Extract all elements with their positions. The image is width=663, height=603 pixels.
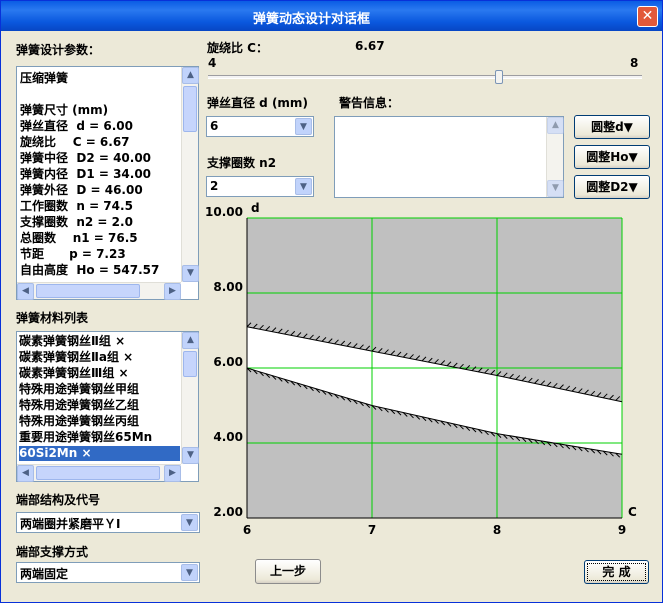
y-tick-label: 2.00: [213, 505, 243, 519]
finish-button[interactable]: 完 成: [584, 560, 649, 584]
round-ho-button[interactable]: 圆整Ho▼: [574, 145, 650, 169]
y-tick-label: 6.00: [213, 355, 243, 369]
support-coils-select[interactable]: 2 ▼: [206, 176, 314, 197]
ratio-value: 6.67: [355, 39, 385, 53]
window-title: 弹簧动态设计对话框: [252, 12, 370, 27]
materials-hscroll[interactable]: ◀ ▶: [17, 464, 181, 482]
material-item[interactable]: 特殊用途弹簧钢丝丙组: [19, 414, 139, 429]
round-d2-button[interactable]: 圆整D2▼: [574, 175, 650, 199]
scroll-up-icon[interactable]: ▲: [182, 67, 199, 84]
chart-svg: 6 7 8 9 2.00 4.00 6.00 8.00 10.00 Cd: [205, 201, 637, 537]
wire-diameter-label: 弹丝直径 d (mm): [207, 96, 308, 110]
chevron-down-icon[interactable]: ▼: [181, 564, 198, 581]
ratio-min: 4: [208, 56, 217, 70]
x-tick-label: 8: [493, 523, 501, 537]
param-line: 压缩弹簧: [20, 71, 69, 85]
scroll-left-icon[interactable]: ◀: [17, 465, 34, 482]
material-item[interactable]: 碳素弹簧钢丝Ⅱ组 ×: [19, 334, 125, 349]
materials-listbox[interactable]: 碳素弹簧钢丝Ⅱ组 × 碳素弹簧钢丝Ⅱa组 × 碳素弹簧钢丝Ⅲ组 × 特殊用途弹簧钢丝甲…: [16, 331, 199, 482]
materials-label: 弹簧材料列表: [16, 311, 89, 325]
title-bar: 弹簧动态设计对话框 ✕: [1, 1, 662, 31]
materials-list: 碳素弹簧钢丝Ⅱ组 × 碳素弹簧钢丝Ⅱa组 × 碳素弹簧钢丝Ⅲ组 × 特殊用途弹簧钢丝甲…: [17, 334, 198, 462]
params-textbox[interactable]: 压缩弹簧 弹簧尺寸 (mm) 弹丝直径 d = 6.00 旋绕比 C = 6.67 弹…: [16, 66, 199, 300]
material-item[interactable]: 碳素弹簧钢丝Ⅱa组 ×: [19, 350, 133, 365]
x-tick-label: 6: [243, 523, 251, 537]
chevron-down-icon[interactable]: ▼: [295, 118, 312, 135]
param-line: [20, 86, 182, 102]
scroll-right-icon[interactable]: ▶: [164, 283, 181, 300]
y-tick-label: 4.00: [213, 430, 243, 444]
scroll-down-icon[interactable]: ▼: [182, 447, 199, 464]
end-support-value: 两端固定: [20, 567, 69, 581]
material-item[interactable]: 特殊用途弹簧钢丝乙组: [19, 398, 139, 413]
end-support-label: 端部支撑方式: [16, 545, 89, 559]
warning-vscroll[interactable]: ▲ ▼: [546, 117, 564, 197]
material-item[interactable]: 60Si2Mn ×: [19, 446, 180, 461]
material-item[interactable]: 碳素弹簧钢丝Ⅲ组 ×: [19, 366, 129, 381]
param-line: 弹簧尺寸 (mm): [20, 103, 109, 117]
prev-step-button[interactable]: 上一步: [255, 559, 321, 584]
params-text: 压缩弹簧 弹簧尺寸 (mm) 弹丝直径 d = 6.00 旋绕比 C = 6.67 弹…: [20, 70, 182, 276]
ratio-slider-thumb[interactable]: [495, 70, 503, 84]
scroll-left-icon[interactable]: ◀: [17, 283, 34, 300]
scroll-thumb[interactable]: [183, 86, 197, 132]
params-label: 弹簧设计参数：: [16, 43, 101, 57]
param-line: 旋绕比 C = 6.67: [20, 135, 130, 149]
support-coils-label: 支撑圈数 n2: [207, 156, 277, 170]
y-tick-label: 10.00: [206, 205, 243, 219]
round-d-button[interactable]: 圆整d▼: [574, 115, 650, 139]
ratio-max: 8: [630, 56, 639, 70]
param-line: 工作圈数 n = 74.5: [20, 199, 133, 213]
param-line: 弹簧中径 D2 = 40.00: [20, 151, 152, 165]
design-chart: 6 7 8 9 2.00 4.00 6.00 8.00 10.00 Cd: [205, 201, 652, 546]
scroll-thumb-h[interactable]: [36, 284, 140, 298]
params-hscroll[interactable]: ◀ ▶: [17, 282, 181, 300]
chevron-down-icon[interactable]: ▼: [295, 178, 312, 195]
params-vscroll[interactable]: ▲ ▼: [181, 67, 199, 282]
param-line: 支撑圈数 n2 = 2.0: [20, 215, 133, 229]
scroll-down-icon[interactable]: ▼: [182, 265, 199, 282]
scroll-thumb-h[interactable]: [36, 466, 160, 480]
support-coils-value: 2: [210, 179, 219, 193]
chevron-down-icon[interactable]: ▼: [181, 514, 198, 531]
close-button[interactable]: ✕: [637, 6, 658, 27]
material-item[interactable]: 重要用途弹簧钢丝65Mn: [19, 430, 152, 445]
y-axis-label: d: [251, 201, 260, 215]
warning-label: 警告信息：: [339, 96, 400, 110]
materials-vscroll[interactable]: ▲ ▼: [181, 332, 199, 464]
scroll-down-icon[interactable]: ▼: [547, 180, 564, 197]
ratio-slider-track[interactable]: [208, 75, 642, 79]
param-line: 弹丝直径 d = 6.00: [20, 119, 133, 133]
param-line: 自由高度 Ho = 547.57: [20, 263, 160, 276]
param-line: 总圈数 n1 = 76.5: [20, 231, 138, 245]
param-line: 弹簧外径 D = 46.00: [20, 183, 143, 197]
param-line: 节距 p = 7.23: [20, 247, 126, 261]
end-structure-label: 端部结构及代号: [16, 493, 101, 507]
warning-textbox[interactable]: ▲ ▼: [334, 116, 564, 198]
wire-diameter-value: 6: [210, 119, 219, 133]
x-tick-label: 7: [368, 523, 376, 537]
x-tick-label: 9: [618, 523, 626, 537]
wire-diameter-select[interactable]: 6 ▼: [206, 116, 314, 137]
y-tick-label: 8.00: [213, 280, 243, 294]
scroll-thumb[interactable]: [183, 351, 197, 377]
x-axis-label: C: [628, 505, 637, 519]
end-structure-select[interactable]: 两端圈并紧磨平ＹⅠ ▼: [16, 512, 200, 533]
material-item[interactable]: 特殊用途弹簧钢丝甲组: [19, 382, 139, 397]
end-structure-value: 两端圈并紧磨平ＹⅠ: [20, 517, 121, 531]
end-support-select[interactable]: 两端固定 ▼: [16, 562, 200, 583]
scroll-right-icon[interactable]: ▶: [164, 465, 181, 482]
scroll-up-icon[interactable]: ▲: [547, 117, 564, 134]
param-line: 弹簧内径 D1 = 34.00: [20, 167, 152, 181]
dialog-window: 弹簧动态设计对话框 ✕ 弹簧设计参数： 压缩弹簧 弹簧尺寸 (mm) 弹丝直径 d…: [0, 0, 663, 603]
ratio-label: 旋绕比 C：: [207, 41, 268, 55]
scroll-up-icon[interactable]: ▲: [182, 332, 199, 349]
